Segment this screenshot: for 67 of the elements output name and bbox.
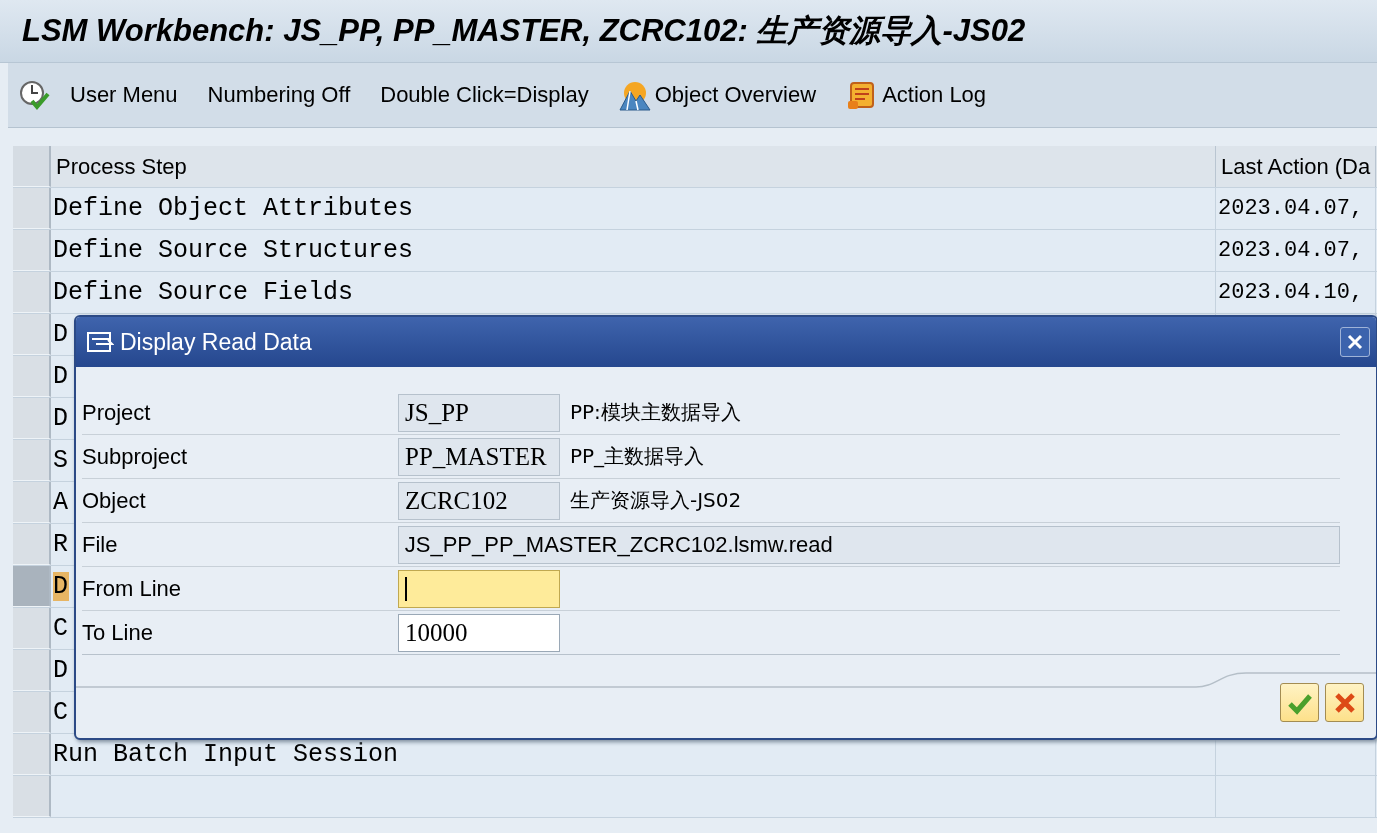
field-label: From Line — [82, 575, 183, 602]
row-selector[interactable] — [13, 566, 51, 607]
table-cell[interactable]: D — [53, 656, 69, 685]
field-label: File — [82, 531, 119, 558]
table-cell[interactable]: D — [53, 572, 69, 601]
row-selector[interactable] — [13, 188, 51, 229]
table-row[interactable]: Define Source Fields 2023.04.10, — [13, 272, 1377, 314]
field-label: Project — [82, 399, 152, 426]
table-cell[interactable]: R — [53, 530, 69, 559]
column-header[interactable]: Process Step — [51, 146, 1216, 187]
table-cell[interactable]: C — [53, 614, 69, 643]
row-selector[interactable] — [13, 482, 51, 523]
display-field: ZCRC102 — [398, 481, 560, 520]
row-selector[interactable] — [13, 440, 51, 481]
field-label: Object — [82, 487, 147, 514]
toolbar-button[interactable]: Object Overview — [618, 79, 817, 111]
table-cell[interactable]: D — [53, 320, 69, 349]
toolbar-button[interactable]: User Menu — [18, 79, 178, 111]
close-button[interactable] — [1340, 327, 1370, 357]
confirm-button[interactable] — [1280, 683, 1319, 722]
row-selector[interactable] — [13, 398, 51, 439]
display-field: JS_PP_PP_MASTER_ZCRC102.lsmw.read — [397, 525, 1340, 564]
toolbar-button[interactable]: Action Log — [846, 79, 987, 111]
field-description: PP_主数据导入 — [570, 443, 705, 470]
row-selector[interactable] — [13, 272, 51, 313]
table-cell: 2023.04.10, — [1218, 280, 1365, 305]
field-label: Subproject — [82, 443, 189, 470]
table-cell[interactable]: D — [53, 362, 69, 391]
column-header[interactable]: Last Action (Da — [1216, 146, 1376, 187]
row-selector[interactable] — [13, 776, 51, 817]
display-field: PP_MASTER — [398, 437, 560, 476]
row-selector[interactable] — [13, 524, 51, 565]
close-icon — [1346, 333, 1364, 351]
row-selector[interactable] — [13, 692, 51, 733]
table-cell[interactable]: Run Batch Input Session — [53, 740, 400, 769]
mountain-icon — [618, 79, 651, 111]
toolbar-button[interactable]: Double Click=Display — [380, 82, 589, 108]
table-cell[interactable]: S — [53, 446, 69, 475]
row-selector[interactable] — [13, 356, 51, 397]
table-cell[interactable]: Define Object Attributes — [53, 194, 415, 223]
row-selector[interactable] — [13, 734, 51, 775]
display-field: JS_PP — [398, 393, 560, 432]
field-label: To Line — [82, 619, 154, 646]
table-cell[interactable]: Define Source Fields — [53, 278, 355, 307]
table-cell[interactable]: A — [53, 488, 69, 517]
display-icon — [86, 330, 114, 354]
table-row[interactable]: Define Source Structures 2023.04.07, — [13, 230, 1377, 272]
cancel-button[interactable] — [1325, 683, 1364, 722]
table-cell: 2023.04.07, — [1218, 196, 1365, 221]
table-cell[interactable]: C — [53, 698, 69, 727]
input-field[interactable] — [398, 569, 560, 608]
row-selector[interactable] — [13, 608, 51, 649]
row-selector[interactable] — [13, 146, 51, 187]
dialog-title: Display Read Data — [120, 328, 313, 356]
input-field[interactable]: 10000 — [398, 613, 560, 652]
row-selector[interactable] — [13, 230, 51, 271]
table-cell: 2023.04.07, — [1218, 238, 1365, 263]
table-row[interactable]: Define Object Attributes 2023.04.07, — [13, 188, 1377, 230]
row-selector[interactable] — [13, 650, 51, 691]
field-description: 生产资源导入-JS02 — [570, 487, 742, 514]
field-description: PP:模块主数据导入 — [570, 399, 741, 426]
table-cell[interactable]: Define Source Structures — [53, 236, 415, 265]
window-title: LSM Workbench: JS_PP, PP_MASTER, ZCRC102: 生产资源导入-JS02 — [22, 12, 1026, 50]
clock-check-icon — [18, 79, 50, 111]
table-cell[interactable]: D — [53, 404, 69, 433]
row-selector[interactable] — [13, 314, 51, 355]
toolbar-button[interactable]: Numbering Off — [207, 82, 351, 108]
